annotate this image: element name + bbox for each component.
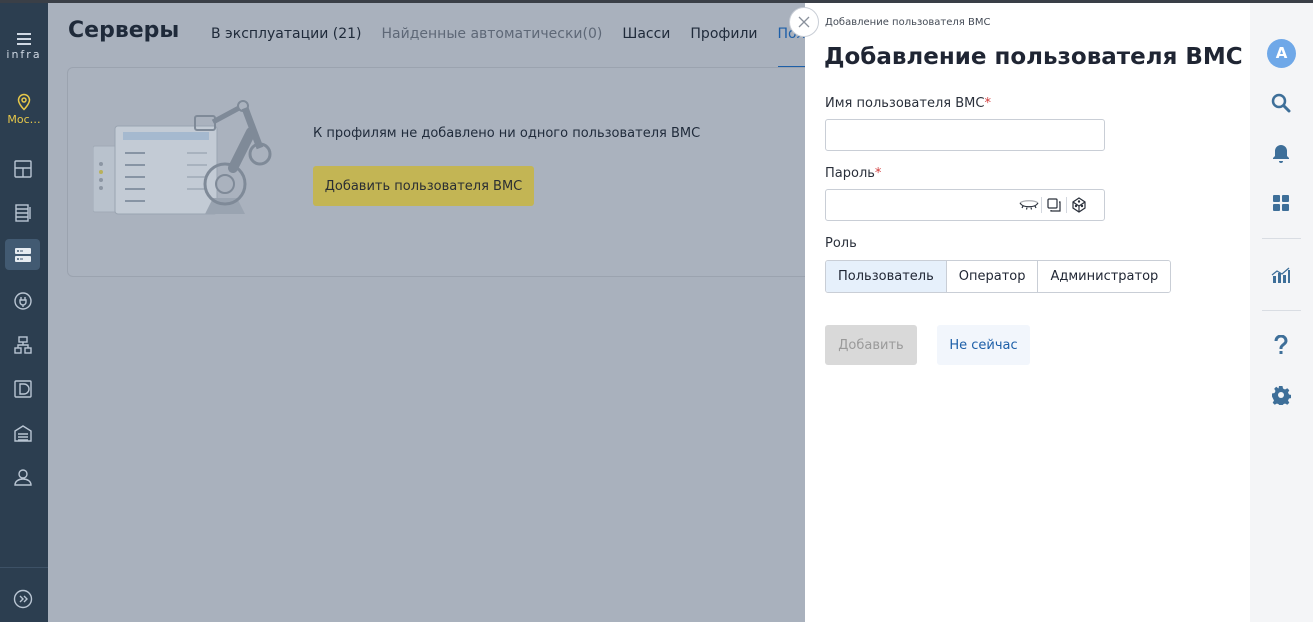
help-button[interactable] [1269, 333, 1293, 357]
analytics-icon [1271, 267, 1290, 283]
role-option-operator[interactable]: Оператор [945, 261, 1038, 292]
settings-button[interactable] [1269, 383, 1293, 407]
role-option-user[interactable]: Пользователь [826, 261, 946, 292]
location-selector[interactable]: Мос… [0, 93, 48, 126]
nav-users[interactable] [5, 461, 40, 492]
robot-arm-illustration [93, 100, 272, 215]
nav-collapse[interactable] [5, 583, 40, 614]
username-label: Имя пользователя BMC* [825, 96, 991, 111]
window-top-border [0, 0, 1313, 3]
username-label-text: Имя пользователя BMC [825, 96, 985, 111]
close-icon [798, 16, 810, 28]
password-actions [1017, 192, 1091, 218]
divider [1262, 310, 1301, 311]
add-bmc-user-button[interactable]: Добавить пользователя BMC [313, 166, 534, 206]
page-title: Серверы [68, 18, 180, 43]
datacenter-icon [13, 424, 32, 442]
search-icon [1271, 93, 1291, 113]
show-password-button[interactable] [1017, 195, 1041, 215]
rack-icon [14, 203, 31, 222]
tab-bar: В эксплуатации (21) Найденные автоматиче… [211, 26, 883, 68]
breadcrumb: Добавление пользователя BMC [825, 17, 991, 28]
logo-text: infra [6, 48, 42, 61]
not-now-button[interactable]: Не сейчас [937, 325, 1030, 365]
password-label: Пароль* [825, 166, 881, 181]
nav-dashboard[interactable] [5, 153, 40, 184]
nav-divider [0, 567, 48, 568]
location-label: Мос… [7, 113, 41, 126]
apps-button[interactable] [1269, 191, 1293, 215]
password-label-text: Пароль [825, 166, 875, 181]
right-nav: A [1250, 3, 1313, 622]
generate-password-icon [1072, 197, 1086, 213]
bell-icon [1273, 145, 1289, 163]
required-mark: * [874, 166, 882, 181]
left-nav: infra Мос… [0, 3, 48, 622]
add-bmc-user-drawer: Добавление пользователя BMC Добавление п… [805, 3, 1250, 622]
role-option-admin[interactable]: Администратор [1037, 261, 1171, 292]
location-pin-icon [17, 93, 31, 111]
copy-password-button[interactable] [1042, 195, 1066, 215]
collapse-icon [13, 589, 32, 608]
generate-password-button[interactable] [1067, 195, 1091, 215]
empty-state-card: К профилям не добавлено ни одного пользо… [67, 67, 827, 277]
required-mark: * [984, 96, 991, 111]
nav-network[interactable] [5, 329, 40, 360]
nav-datacenter[interactable] [5, 417, 40, 448]
analytics-button[interactable] [1269, 263, 1293, 287]
search-button[interactable] [1269, 91, 1293, 115]
nav-servers[interactable] [5, 239, 40, 270]
nav-racks[interactable] [5, 197, 40, 228]
copy-icon [1047, 198, 1061, 212]
tab-chassis[interactable]: Шасси [622, 26, 670, 68]
user-icon [13, 468, 32, 486]
nav-power[interactable] [5, 285, 40, 316]
close-drawer-button[interactable] [789, 7, 819, 37]
dashboard-icon [13, 159, 32, 178]
role-label: Роль [825, 236, 857, 251]
submit-button[interactable]: Добавить [825, 325, 917, 365]
help-icon [1274, 335, 1288, 354]
notifications-button[interactable] [1269, 141, 1293, 165]
username-input[interactable] [825, 119, 1105, 151]
apps-grid-icon [1273, 195, 1289, 211]
power-icon [13, 291, 32, 310]
tab-profiles[interactable]: Профили [690, 26, 757, 68]
network-icon [13, 335, 32, 354]
role-selector: Пользователь Оператор Администратор [825, 260, 1172, 293]
storage-icon [13, 379, 32, 398]
divider [1262, 238, 1301, 239]
drawer-title: Добавление пользователя BMC [824, 44, 1243, 70]
show-password-icon [1019, 200, 1039, 210]
menu-icon [17, 33, 31, 45]
nav-storage[interactable] [5, 373, 40, 404]
empty-state-text: К профилям не добавлено ни одного пользо… [313, 126, 701, 141]
server-icon [14, 247, 31, 262]
tab-in-operation[interactable]: В эксплуатации (21) [211, 26, 362, 68]
avatar[interactable]: A [1267, 39, 1296, 68]
tab-auto-discovered[interactable]: Найденные автоматически(0) [382, 26, 603, 68]
settings-icon [1272, 386, 1291, 405]
app-menu-logo[interactable]: infra [0, 33, 48, 61]
